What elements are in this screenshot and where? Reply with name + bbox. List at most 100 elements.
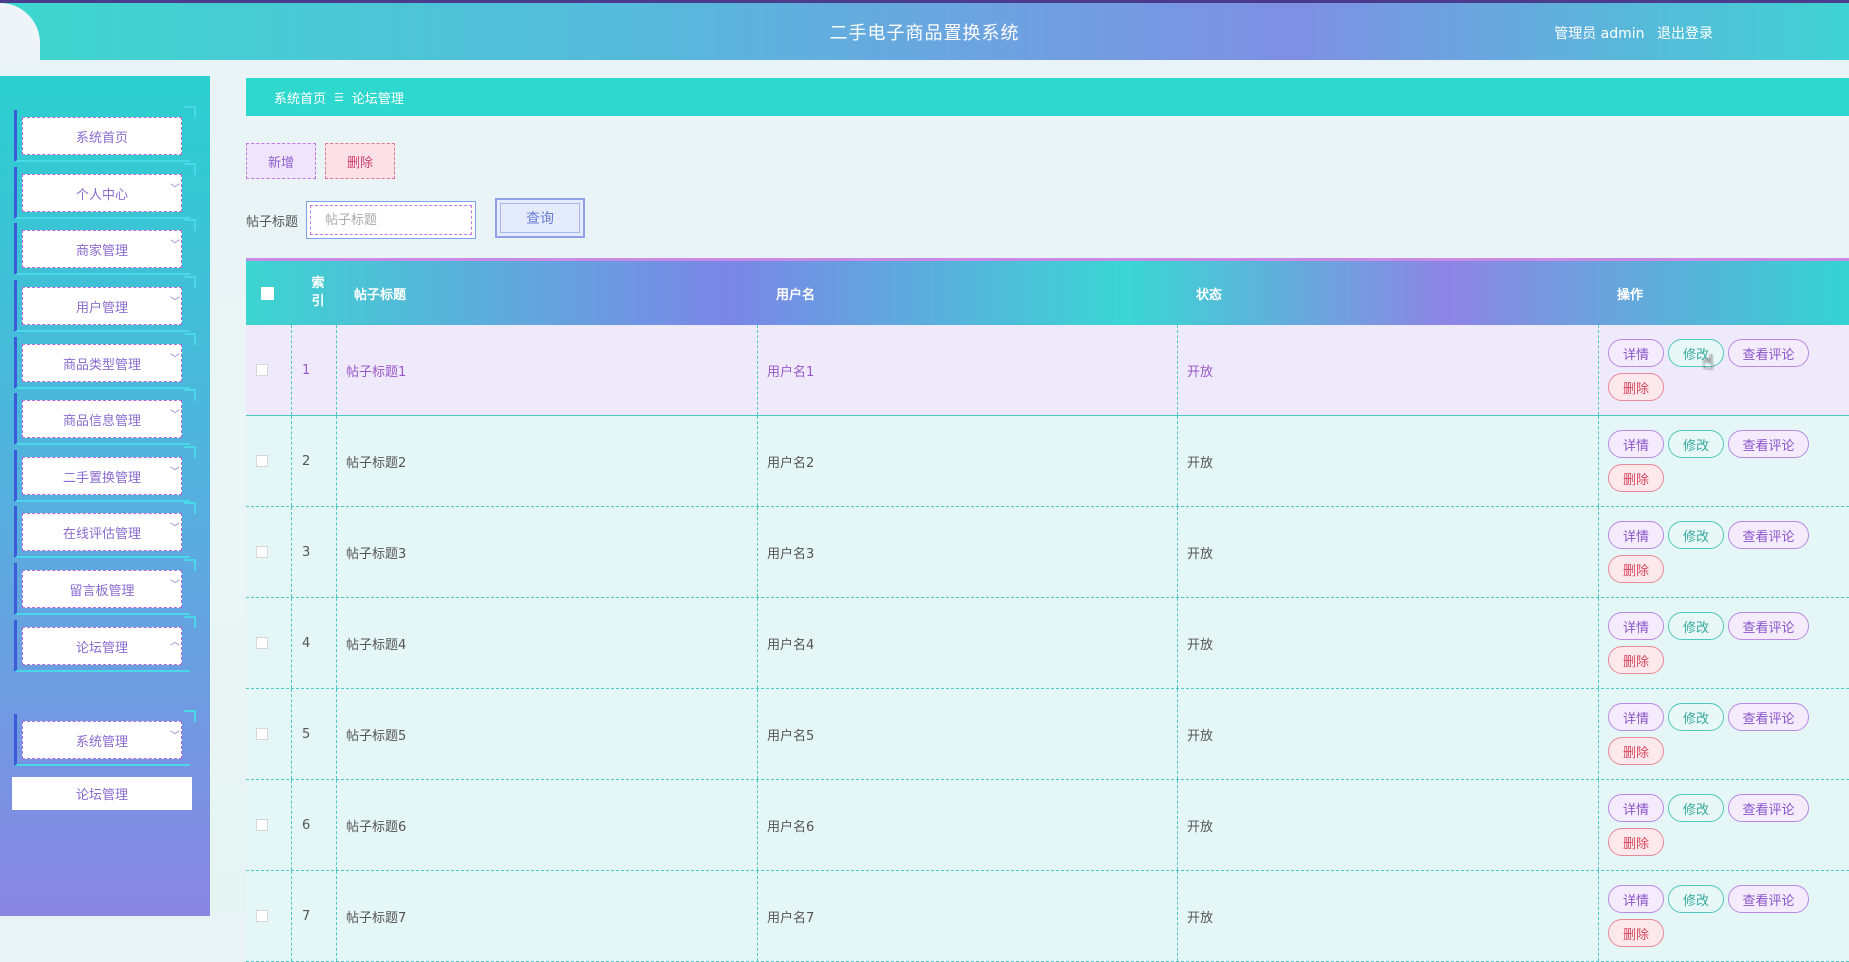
edit-button[interactable]: 修改 bbox=[1668, 430, 1724, 458]
sidebar-item[interactable]: 用户管理 ﹀ bbox=[14, 276, 196, 332]
search-field bbox=[306, 201, 476, 239]
delete-button[interactable]: 删除 bbox=[1608, 464, 1664, 492]
row-checkbox[interactable] bbox=[256, 728, 268, 740]
edit-button[interactable]: 修改 bbox=[1668, 703, 1724, 731]
sidebar-item[interactable]: 在线评估管理 ﹀ bbox=[14, 502, 196, 558]
edit-button[interactable]: 修改 bbox=[1668, 521, 1724, 549]
breadcrumb-home[interactable]: 系统首页 bbox=[274, 88, 326, 107]
cell-status: 开放 bbox=[1187, 546, 1214, 562]
sidebar-item[interactable]: 商品信息管理 ﹀ bbox=[14, 389, 196, 445]
column-divider bbox=[291, 598, 292, 688]
delete-button[interactable]: 删除 bbox=[1608, 737, 1664, 765]
batch-delete-button[interactable]: 删除 bbox=[325, 143, 395, 179]
chevron-down-icon: ﹀ bbox=[170, 731, 180, 742]
edit-button[interactable]: 修改 bbox=[1668, 885, 1724, 913]
row-checkbox[interactable] bbox=[256, 819, 268, 831]
sidebar-item[interactable]: 系统管理 ﹀ bbox=[14, 710, 196, 766]
column-divider bbox=[1598, 871, 1599, 961]
cell-status: 开放 bbox=[1187, 455, 1214, 471]
cell-status: 开放 bbox=[1187, 364, 1214, 380]
submenu-item-forum[interactable]: 论坛管理 bbox=[12, 777, 192, 810]
edit-button[interactable]: 修改 bbox=[1668, 794, 1724, 822]
delete-button[interactable]: 删除 bbox=[1608, 555, 1664, 583]
search-input[interactable] bbox=[310, 205, 472, 235]
sidebar: 系统首页 个人中心 ﹀ 商家管理 ﹀ 用户管理 ﹀ 商品类型管理 ﹀ 商品信息管理 ﹀ 二手置换管理 ﹀… bbox=[0, 76, 210, 916]
view-comments-button[interactable]: 查看评论 bbox=[1728, 430, 1809, 458]
posts-table: 索引 帖子标题 用户名 状态 操作 1 帖子标题1 用户名1 开放 详情 修改 查看评论 删除… bbox=[246, 258, 1849, 962]
sidebar-item[interactable]: 二手置换管理 ﹀ bbox=[14, 446, 196, 502]
chevron-down-icon: ﹀ bbox=[170, 410, 180, 421]
cell-index: 7 bbox=[302, 908, 311, 924]
edit-button[interactable]: 修改 bbox=[1668, 339, 1724, 367]
breadcrumb-current: 论坛管理 bbox=[351, 91, 404, 107]
breadcrumb: 系统首页 ☰ 论坛管理 bbox=[246, 78, 1849, 116]
add-button[interactable]: 新增 bbox=[246, 143, 316, 179]
cell-title: 帖子标题4 bbox=[346, 637, 407, 653]
detail-button[interactable]: 详情 bbox=[1608, 885, 1664, 913]
column-divider bbox=[1598, 325, 1599, 415]
table-row: 5 帖子标题5 用户名5 开放 详情 修改 查看评论 删除 bbox=[246, 689, 1849, 780]
view-comments-button[interactable]: 查看评论 bbox=[1728, 521, 1809, 549]
sidebar-item[interactable]: 商品类型管理 ﹀ bbox=[14, 333, 196, 389]
cell-index: 2 bbox=[302, 453, 311, 469]
sidebar-item[interactable]: 系统首页 bbox=[14, 106, 196, 162]
sidebar-item[interactable]: 留言板管理 ﹀ bbox=[14, 559, 196, 615]
sidebar-item-label: 商品信息管理 bbox=[22, 400, 182, 438]
sidebar-item[interactable]: 个人中心 ﹀ bbox=[14, 163, 196, 219]
column-divider bbox=[291, 689, 292, 779]
delete-button[interactable]: 删除 bbox=[1608, 646, 1664, 674]
logout-link[interactable]: 退出登录 bbox=[1657, 26, 1713, 42]
row-checkbox-cell bbox=[246, 507, 268, 597]
cell-username: 用户名3 bbox=[767, 546, 815, 562]
user-area: 管理员 admin 退出登录 bbox=[1554, 23, 1713, 43]
detail-button[interactable]: 详情 bbox=[1608, 703, 1664, 731]
cell-username: 用户名4 bbox=[767, 637, 815, 653]
chevron-down-icon: ﹀ bbox=[170, 467, 180, 478]
top-header: 二手电子商品置换系统 管理员 admin 退出登录 bbox=[0, 0, 1849, 63]
table-body: 1 帖子标题1 用户名1 开放 详情 修改 查看评论 删除 2 帖子标题2 用户名2 开放 详情 修改 查看… bbox=[246, 325, 1849, 962]
select-all-checkbox[interactable] bbox=[261, 286, 274, 300]
chevron-down-icon: ﹀ bbox=[170, 523, 180, 534]
cell-username: 用户名2 bbox=[767, 455, 815, 471]
mouse-cursor-icon: ☝ bbox=[1702, 350, 1715, 374]
row-checkbox[interactable] bbox=[256, 546, 268, 558]
user-label: 管理员 admin bbox=[1554, 26, 1645, 42]
cell-title: 帖子标题5 bbox=[346, 728, 407, 744]
row-checkbox-cell bbox=[246, 598, 268, 688]
table-row: 3 帖子标题3 用户名3 开放 详情 修改 查看评论 删除 bbox=[246, 507, 1849, 598]
column-divider bbox=[291, 871, 292, 961]
query-button[interactable]: 查询 bbox=[495, 198, 585, 238]
view-comments-button[interactable]: 查看评论 bbox=[1728, 339, 1809, 367]
edit-button[interactable]: 修改 bbox=[1668, 612, 1724, 640]
chevron-down-icon: ﹀ bbox=[170, 297, 180, 308]
select-all-cell bbox=[261, 261, 274, 325]
view-comments-button[interactable]: 查看评论 bbox=[1728, 612, 1809, 640]
row-checkbox[interactable] bbox=[256, 455, 268, 467]
sidebar-item-label: 在线评估管理 bbox=[22, 513, 182, 551]
detail-button[interactable]: 详情 bbox=[1608, 794, 1664, 822]
view-comments-button[interactable]: 查看评论 bbox=[1728, 703, 1809, 731]
chevron-up-icon: ︿ bbox=[170, 637, 180, 648]
delete-button[interactable]: 删除 bbox=[1608, 919, 1664, 947]
column-divider bbox=[1598, 780, 1599, 870]
sidebar-item[interactable]: 论坛管理 ︿ bbox=[14, 616, 196, 672]
row-checkbox-cell bbox=[246, 780, 268, 870]
table-row: 1 帖子标题1 用户名1 开放 详情 修改 查看评论 删除 bbox=[246, 325, 1849, 416]
sidebar-item-label: 二手置换管理 bbox=[22, 457, 182, 495]
column-divider bbox=[291, 780, 292, 870]
detail-button[interactable]: 详情 bbox=[1608, 430, 1664, 458]
row-checkbox[interactable] bbox=[256, 637, 268, 649]
row-checkbox[interactable] bbox=[256, 364, 268, 376]
delete-button[interactable]: 删除 bbox=[1608, 373, 1664, 401]
cell-index: 6 bbox=[302, 817, 311, 833]
detail-button[interactable]: 详情 bbox=[1608, 339, 1664, 367]
view-comments-button[interactable]: 查看评论 bbox=[1728, 885, 1809, 913]
delete-button[interactable]: 删除 bbox=[1608, 828, 1664, 856]
row-checkbox[interactable] bbox=[256, 910, 268, 922]
query-button-label: 查询 bbox=[500, 203, 580, 233]
view-comments-button[interactable]: 查看评论 bbox=[1728, 794, 1809, 822]
detail-button[interactable]: 详情 bbox=[1608, 521, 1664, 549]
detail-button[interactable]: 详情 bbox=[1608, 612, 1664, 640]
sidebar-item-label: 个人中心 bbox=[22, 174, 182, 212]
sidebar-item[interactable]: 商家管理 ﹀ bbox=[14, 219, 196, 275]
